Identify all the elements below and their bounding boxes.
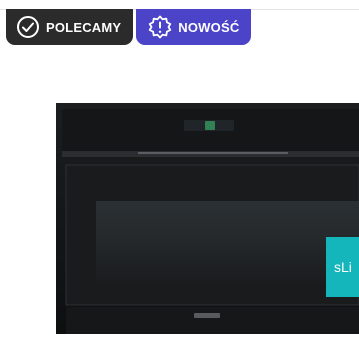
recommended-badge: POLECAMY bbox=[6, 9, 134, 45]
product-badges: POLECAMY NOWOŚĆ bbox=[6, 9, 252, 45]
exclamation-burst-icon bbox=[148, 15, 172, 39]
new-badge: NOWOŚĆ bbox=[136, 9, 252, 45]
new-badge-label: NOWOŚĆ bbox=[178, 19, 240, 35]
recommended-badge-label: POLECAMY bbox=[46, 19, 122, 35]
check-circle-icon bbox=[16, 15, 40, 39]
side-slider-tab[interactable]: sLi bbox=[326, 237, 359, 297]
product-image[interactable] bbox=[56, 103, 359, 334]
side-slider-tab-label: sLi bbox=[334, 259, 352, 275]
